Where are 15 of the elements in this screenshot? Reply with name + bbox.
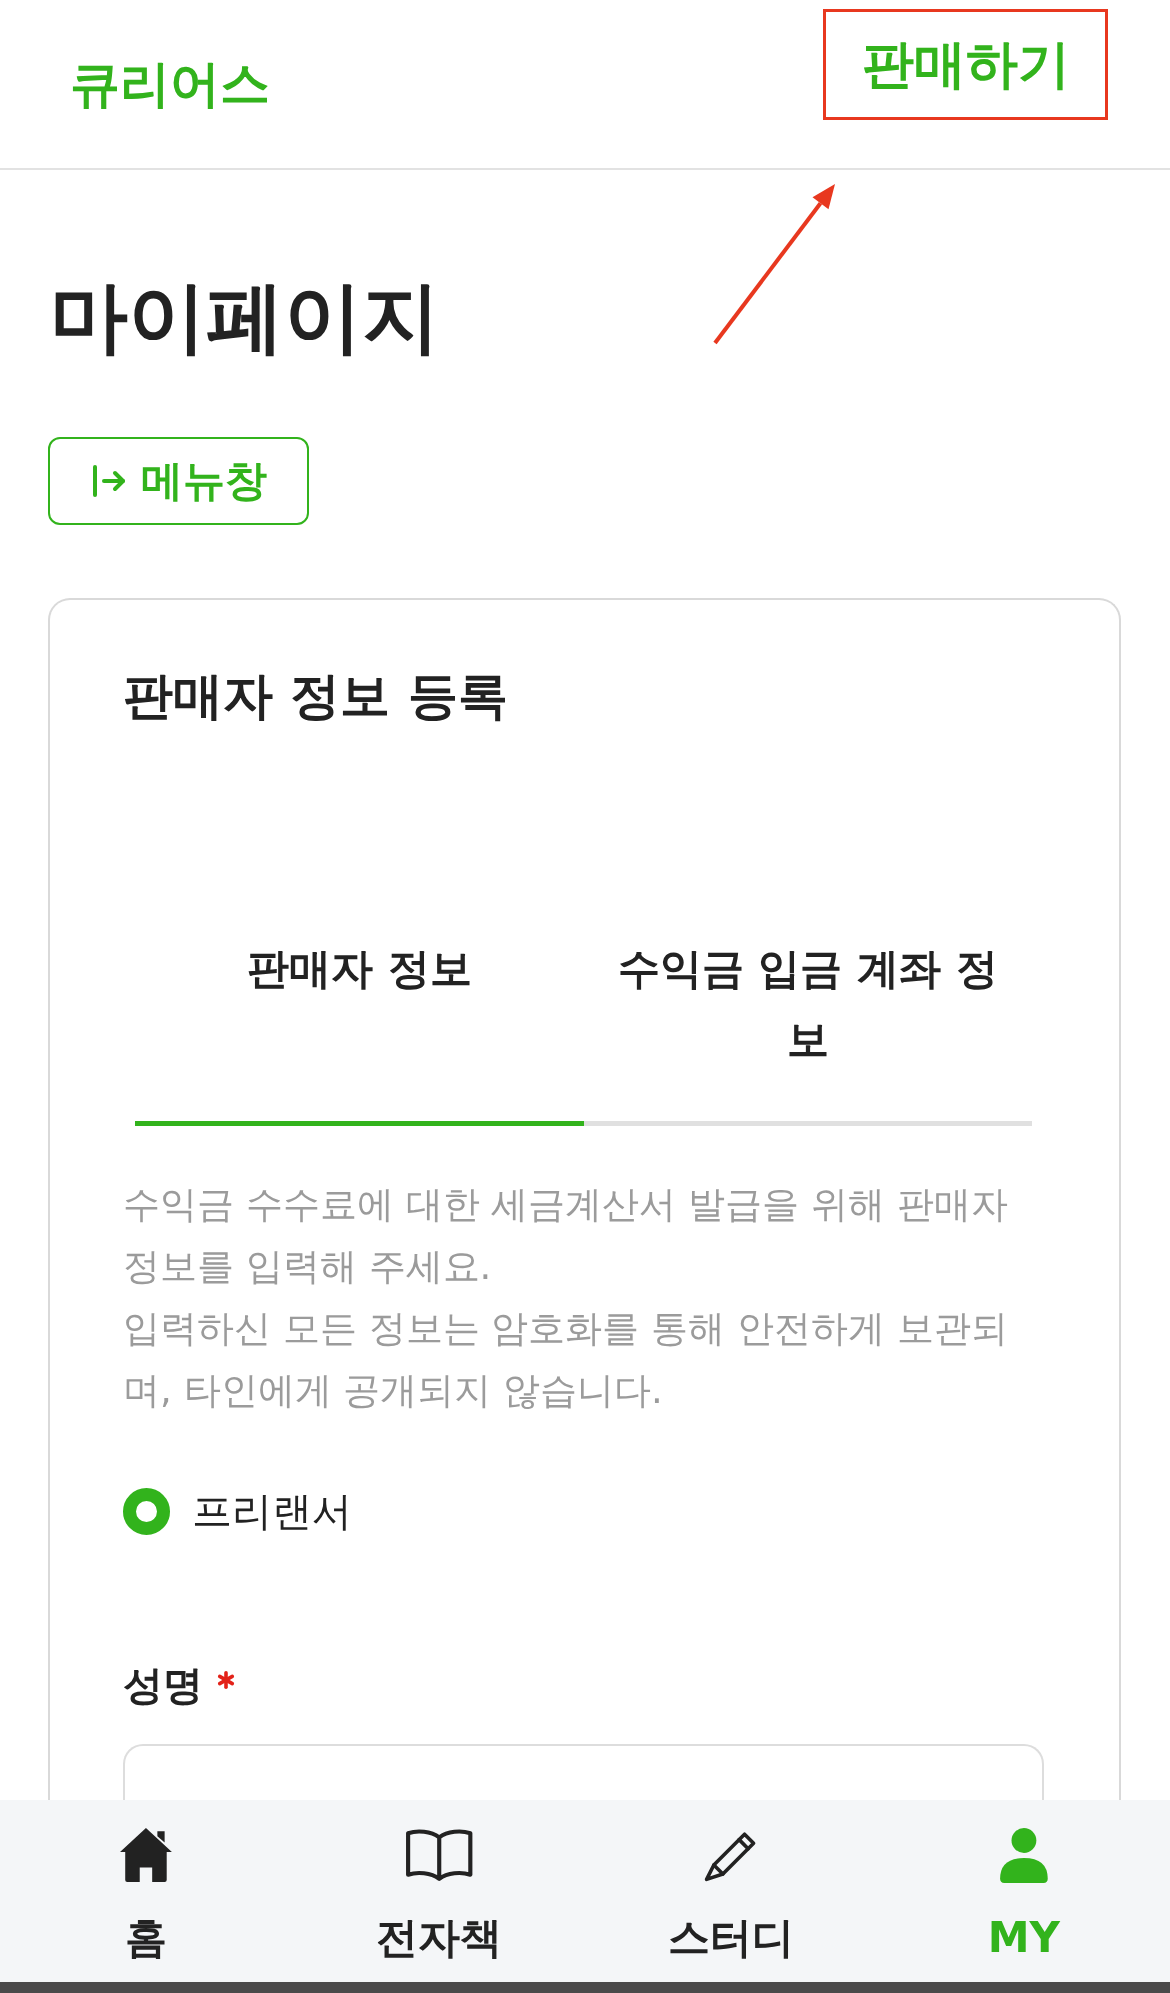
tab[interactable]: 판매자 정보 (135, 933, 584, 1126)
nav-item[interactable]: 전자책 (292, 1800, 585, 1982)
page-title: 마이페이지 (49, 271, 440, 364)
description-text: 입력하신 모든 정보는 암호화를 통해 안전하게 보관되며, 타인에게 공개되지 않습니다. (123, 1306, 1009, 1414)
radio-label[interactable]: 프리랜서 (192, 1483, 352, 1539)
tab[interactable]: 수익금 입금 계좌 정보 (583, 933, 1032, 1126)
house-icon (119, 1827, 174, 1883)
radio-button[interactable] (123, 1487, 170, 1535)
open-book-icon (404, 1827, 473, 1883)
name-input[interactable] (123, 1744, 1044, 1800)
nav-item[interactable]: 홈 (0, 1800, 293, 1982)
nav-item[interactable]: 스터디 (585, 1800, 878, 1982)
field-label: 성명 (123, 1661, 203, 1710)
card-title: 판매자 정보 등록 (123, 666, 508, 726)
description-text: 수익금 수수료에 대한 세금계산서 발급을 위해 판매자 정보를 입력해 주세요. (123, 1182, 1009, 1290)
